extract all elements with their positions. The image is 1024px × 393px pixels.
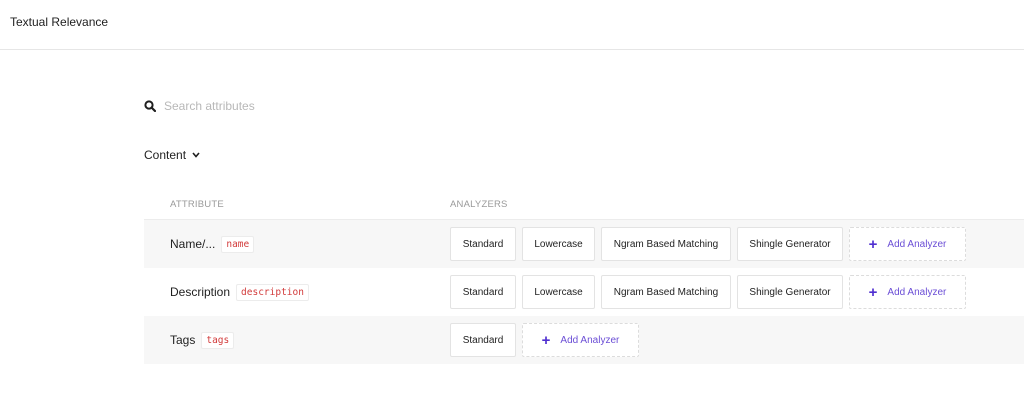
add-analyzer-label: Add Analyzer xyxy=(887,238,947,250)
plus-icon: + xyxy=(541,331,551,349)
attribute-cell: Description description xyxy=(170,268,309,316)
section-label: Content xyxy=(144,148,187,162)
search-input[interactable] xyxy=(164,99,464,113)
analyzer-chip[interactable]: Shingle Generator xyxy=(737,275,843,309)
analyzer-chip[interactable]: Standard xyxy=(450,227,516,261)
analyzer-chip[interactable]: Lowercase xyxy=(522,275,595,309)
table-header: ATTRIBUTE ANALYZERS xyxy=(144,190,1024,220)
table-row: Name/... name Standard Lowercase Ngram B… xyxy=(144,220,1024,268)
analyzer-chip[interactable]: Standard xyxy=(450,275,516,309)
analyzer-list: Standard Lowercase Ngram Based Matching … xyxy=(450,227,966,261)
top-bar: Textual Relevance xyxy=(0,0,1024,50)
attribute-cell: Tags tags xyxy=(170,316,235,364)
plus-icon: + xyxy=(868,283,878,301)
table-row: Tags tags Standard + Add Analyzer xyxy=(144,316,1024,364)
attributes-table: ATTRIBUTE ANALYZERS Name/... name Standa… xyxy=(144,190,1024,364)
table-row: Description description Standard Lowerca… xyxy=(144,268,1024,316)
page-title: Textual Relevance xyxy=(10,15,109,29)
attribute-label: Description xyxy=(170,285,231,299)
column-header-analyzers: ANALYZERS xyxy=(450,199,508,210)
plus-icon: + xyxy=(868,235,878,253)
add-analyzer-label: Add Analyzer xyxy=(560,334,620,346)
analyzer-chip[interactable]: Shingle Generator xyxy=(737,227,843,261)
attribute-field-code: tags xyxy=(201,331,235,349)
attribute-label: Tags xyxy=(170,333,196,347)
attribute-label: Name/... xyxy=(170,237,216,251)
attribute-field-code: description xyxy=(236,283,309,301)
analyzer-chip[interactable]: Lowercase xyxy=(522,227,595,261)
analyzer-chip[interactable]: Standard xyxy=(450,323,516,357)
column-header-attribute: ATTRIBUTE xyxy=(170,199,224,210)
section-toggle-content[interactable]: Content xyxy=(144,148,200,162)
analyzer-list: Standard + Add Analyzer xyxy=(450,323,639,357)
analyzer-chip[interactable]: Ngram Based Matching xyxy=(601,227,731,261)
attribute-field-code: name xyxy=(221,235,255,253)
add-analyzer-button[interactable]: + Add Analyzer xyxy=(849,275,966,309)
search-icon xyxy=(144,100,156,112)
add-analyzer-label: Add Analyzer xyxy=(887,286,947,298)
attribute-cell: Name/... name xyxy=(170,220,255,268)
analyzer-list: Standard Lowercase Ngram Based Matching … xyxy=(450,275,966,309)
chevron-down-icon xyxy=(192,152,200,158)
add-analyzer-button[interactable]: + Add Analyzer xyxy=(849,227,966,261)
analyzer-chip[interactable]: Ngram Based Matching xyxy=(601,275,731,309)
search-bar[interactable] xyxy=(144,96,544,116)
add-analyzer-button[interactable]: + Add Analyzer xyxy=(522,323,639,357)
